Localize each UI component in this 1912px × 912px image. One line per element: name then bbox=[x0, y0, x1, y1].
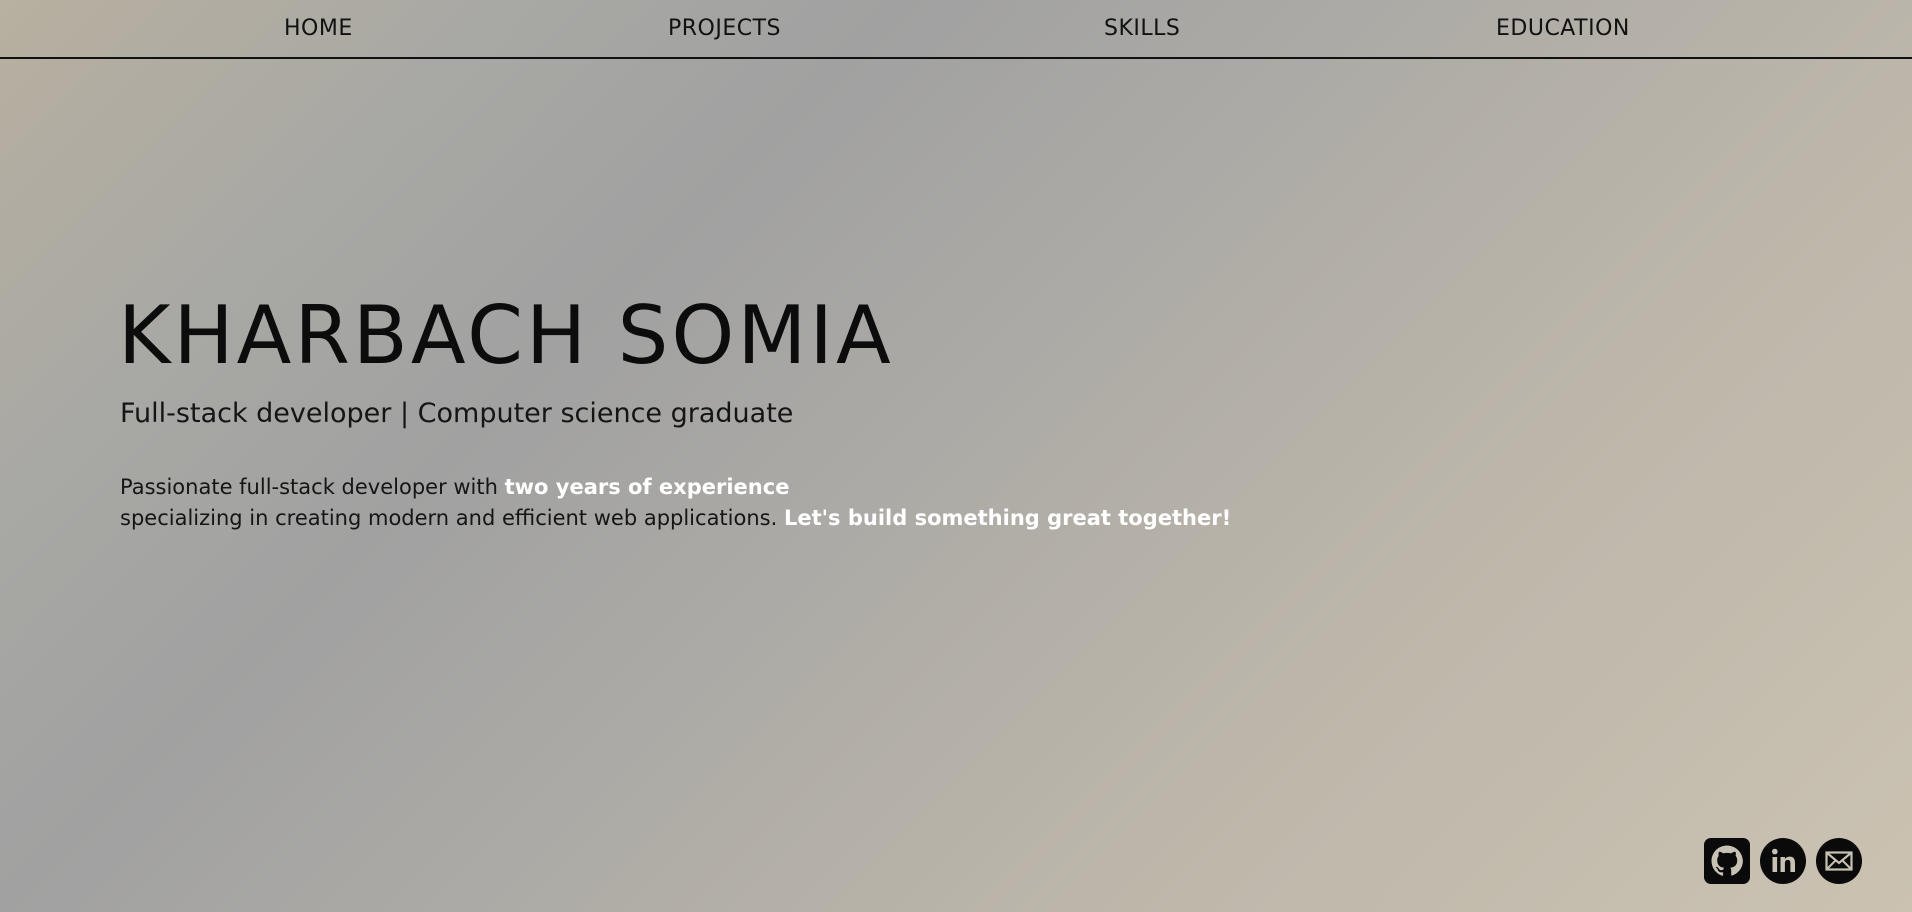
mail-link[interactable] bbox=[1816, 838, 1862, 884]
nav-item-skills[interactable]: SKILLS bbox=[1104, 16, 1180, 41]
nav-item-home[interactable]: HOME bbox=[284, 16, 353, 41]
hero-name: KHARBACH SOMIA bbox=[118, 289, 894, 382]
linkedin-link[interactable] bbox=[1760, 838, 1806, 884]
hero-subtitle: Full-stack developer | Computer science … bbox=[120, 398, 794, 429]
bio-highlight-cta: Let's build something great together! bbox=[783, 506, 1232, 530]
social-links bbox=[1704, 838, 1862, 884]
github-icon bbox=[1704, 838, 1750, 884]
bio-highlight-experience: two years of experience bbox=[504, 475, 790, 499]
nav-item-projects[interactable]: PROJECTS bbox=[668, 16, 781, 41]
nav-item-education[interactable]: EDUCATION bbox=[1496, 16, 1630, 41]
mail-icon bbox=[1816, 838, 1862, 884]
linkedin-icon bbox=[1760, 838, 1806, 884]
bio-text-1: Passionate full-stack developer with bbox=[120, 475, 505, 499]
github-link[interactable] bbox=[1704, 838, 1750, 884]
top-navbar: HOME PROJECTS SKILLS EDUCATION bbox=[0, 0, 1912, 59]
bio-text-2: specializing in creating modern and effi… bbox=[120, 506, 784, 530]
hero-bio: Passionate full-stack developer with two… bbox=[120, 472, 1231, 534]
